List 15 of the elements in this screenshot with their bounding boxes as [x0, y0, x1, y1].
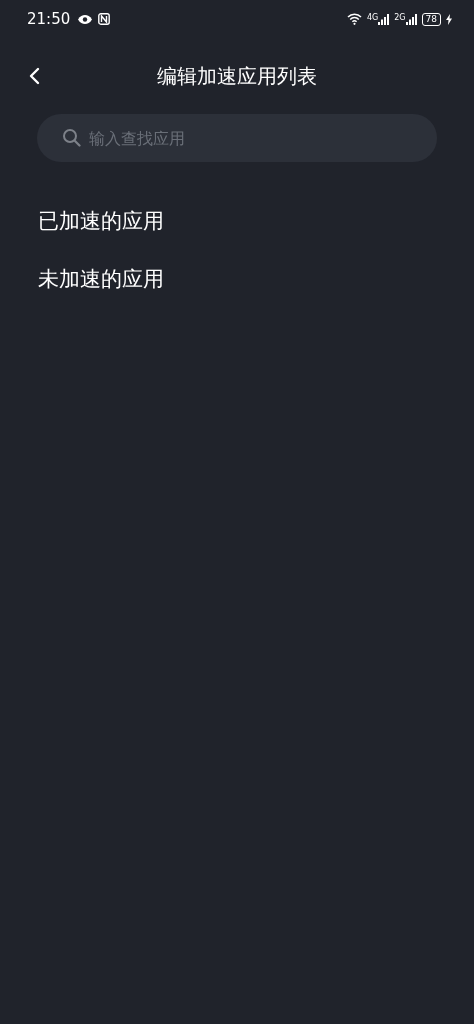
- signal-icon: [378, 13, 390, 25]
- status-time: 21:50: [27, 10, 71, 28]
- section-heading: 未加速的应用: [38, 266, 164, 293]
- wifi-icon: [346, 13, 362, 25]
- network-type-label: 4G: [366, 13, 379, 22]
- section-heading: 已加速的应用: [38, 208, 164, 235]
- battery-indicator: 78: [421, 12, 441, 26]
- eye-icon: [77, 13, 94, 25]
- nfc-icon: [98, 13, 111, 25]
- search-field[interactable]: 输入查找应用: [37, 114, 437, 162]
- charging-icon: [446, 13, 452, 25]
- network-type-label: 2G: [394, 13, 406, 22]
- page-title: 编辑加速应用列表: [157, 62, 317, 90]
- search-icon: [62, 128, 81, 147]
- signal-icon: [405, 13, 417, 25]
